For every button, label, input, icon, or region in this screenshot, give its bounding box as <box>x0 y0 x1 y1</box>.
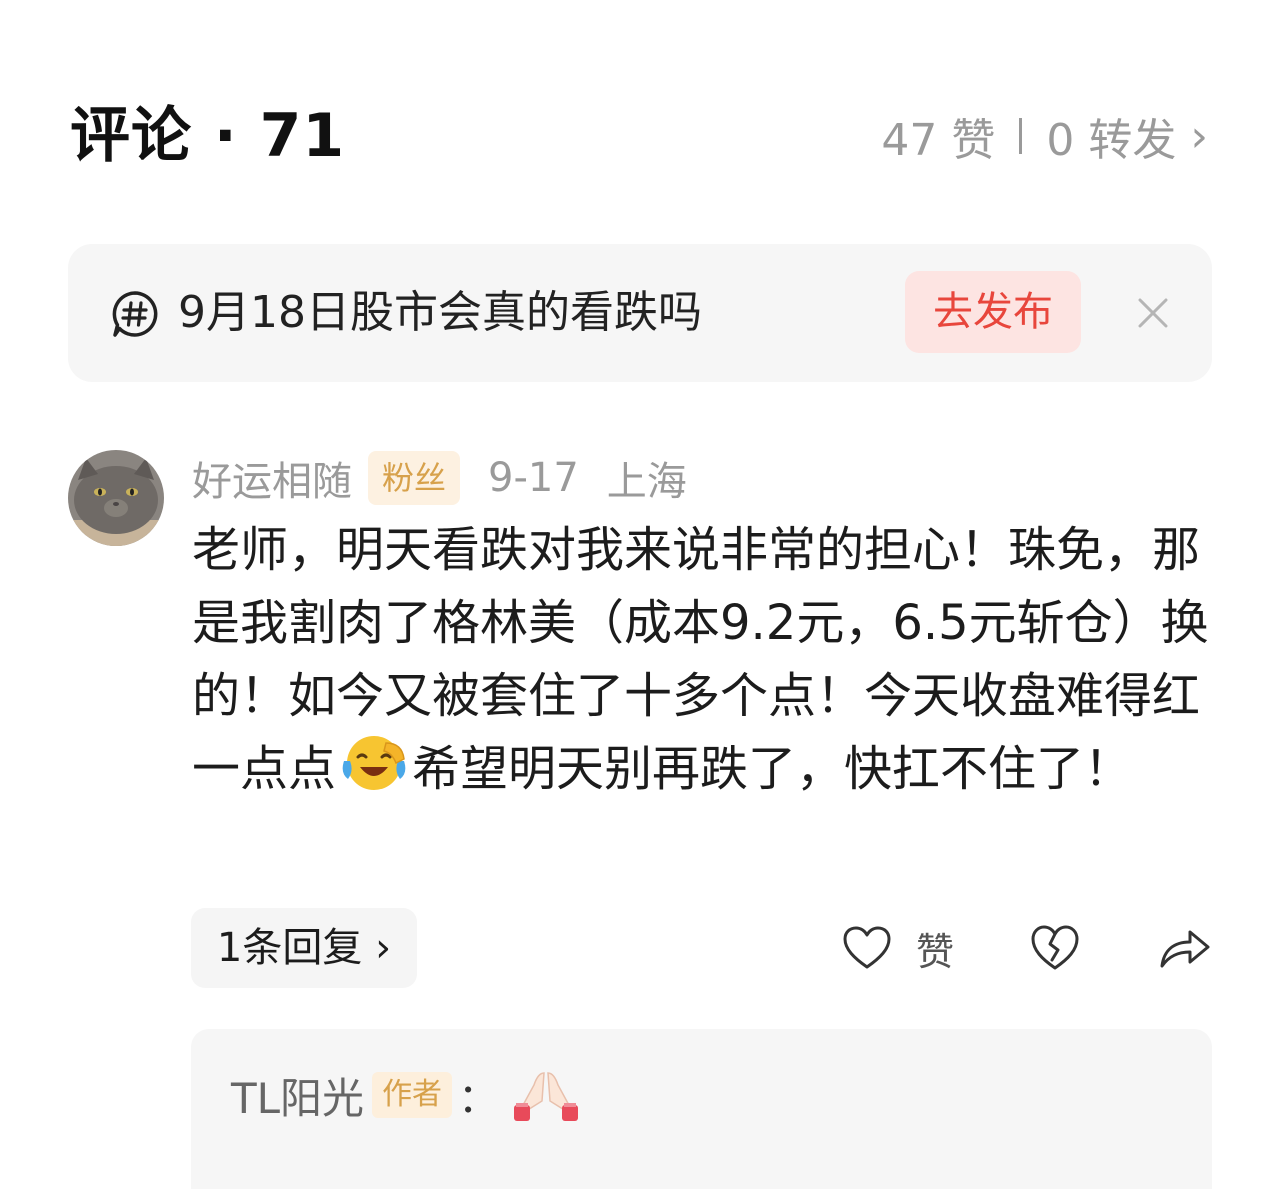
hashtag-chat-icon <box>112 291 158 337</box>
broken-heart-icon[interactable] <box>1028 922 1082 974</box>
avatar[interactable] <box>68 450 164 546</box>
comment-meta: 好运相随 粉丝 9-17 上海 <box>192 448 687 508</box>
close-icon[interactable] <box>1132 292 1174 334</box>
comment-location: 上海 <box>606 459 687 505</box>
reposts-count: 0 转发 <box>1046 115 1177 166</box>
share-icon[interactable] <box>1158 922 1212 972</box>
praying-hands-emoji <box>514 1072 579 1121</box>
publish-button[interactable]: 去发布 <box>905 271 1081 353</box>
reply-username[interactable]: TL阳光 <box>231 1065 364 1126</box>
reply-card[interactable]: TL阳光 作者 ： <box>191 1029 1212 1189</box>
topic-banner[interactable]: 9月18日股市会真的看跌吗 去发布 <box>68 244 1212 382</box>
likes-count: 47 赞 <box>881 115 996 166</box>
comment-text: 老师，明天看跌对我来说非常的担心！珠免，那是我割肉了格林美（成本9.2元，6.5… <box>192 514 1222 806</box>
topic-text: 9月18日股市会真的看跌吗 <box>178 287 702 338</box>
laughing-tears-emoji <box>342 736 406 790</box>
like-label: 赞 <box>916 929 955 974</box>
stats-divider <box>1019 118 1023 154</box>
reply-colon: ： <box>458 1076 499 1122</box>
heart-icon <box>843 926 891 969</box>
comments-title: 评论 · 71 <box>70 101 346 171</box>
author-badge: 作者 <box>372 1072 453 1118</box>
reply-line: TL阳光 作者 ： <box>231 1065 584 1125</box>
comment-date: 9-17 <box>488 455 579 501</box>
chevron-right-icon: › <box>1190 110 1208 162</box>
stats-link[interactable]: 47 赞 0 转发 › <box>881 96 1208 176</box>
cat-avatar-image <box>68 450 164 546</box>
comment-text-part-2: 希望明天别再跌了，快扛不住了！ <box>412 741 1133 797</box>
fan-badge: 粉丝 <box>368 451 461 505</box>
like-button[interactable]: 赞 <box>842 918 954 978</box>
comments-header: 评论 · 71 47 赞 0 转发 › <box>70 96 1208 176</box>
comment-username[interactable]: 好运相随 <box>192 449 352 507</box>
view-replies-button[interactable]: 1条回复 › <box>191 908 417 988</box>
